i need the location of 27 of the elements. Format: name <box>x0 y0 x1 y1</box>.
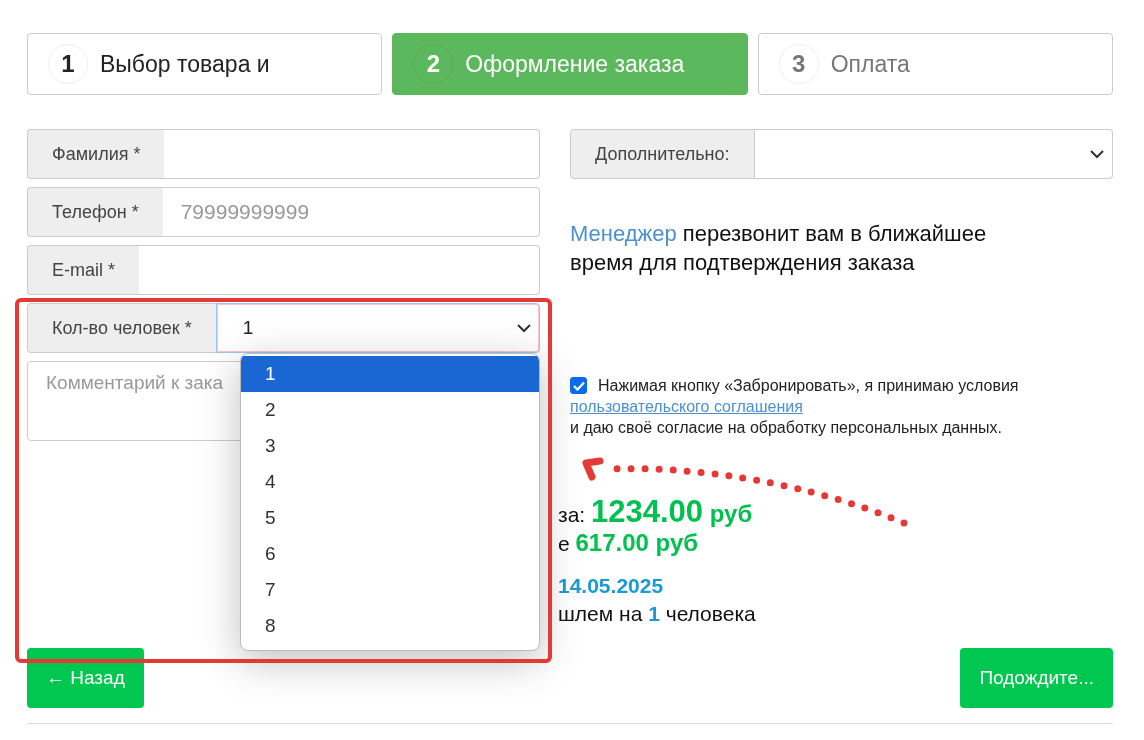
dropdown-option[interactable]: 6 <box>241 536 539 572</box>
select-field[interactable] <box>754 129 1113 179</box>
dropdown-option[interactable]: 4 <box>241 464 539 500</box>
chevron-icon <box>517 323 531 333</box>
dropdown-option[interactable]: 2 <box>241 392 539 428</box>
dropdown-option[interactable]: 1 <box>241 356 539 392</box>
step-label: Оплата <box>830 50 910 78</box>
dropdown-option[interactable]: 8 <box>241 608 539 644</box>
step-label: Оформление заказа <box>465 50 685 78</box>
step-label: Выбор товара и <box>100 50 270 78</box>
summary-line: 14.05.2025 <box>558 573 665 599</box>
dropdown-option[interactable]: 5 <box>241 500 539 536</box>
chevron-icon <box>1090 149 1104 159</box>
summary-line: шлем на 1 человека <box>558 601 757 627</box>
consent-text: и даю своё согласие на обработку персональных данных. <box>570 418 1002 438</box>
summary-line: за: 1234.00 руб <box>558 498 754 529</box>
consent-text: Нажимая кнопку «Забронировать», я принимаю условия <box>598 376 1019 396</box>
step-tab[interactable]: 3 Оплата <box>757 33 1113 95</box>
field-label: Дополнительно: <box>570 129 755 179</box>
dropdown-option[interactable]: 3 <box>241 428 539 464</box>
select-field[interactable]: 1 <box>215 303 540 353</box>
summary-line: е 617.00 руб <box>558 529 700 558</box>
dropdown-option[interactable]: 7 <box>241 572 539 608</box>
consent-checkbox[interactable] <box>570 377 587 394</box>
step-tab[interactable]: 1 Выбор товара и <box>27 33 383 95</box>
field-label: Кол-во человек * <box>27 303 216 353</box>
manager-note: Менеджер перезвонит вам в ближайшее время для подтверждения заказа <box>570 220 988 277</box>
